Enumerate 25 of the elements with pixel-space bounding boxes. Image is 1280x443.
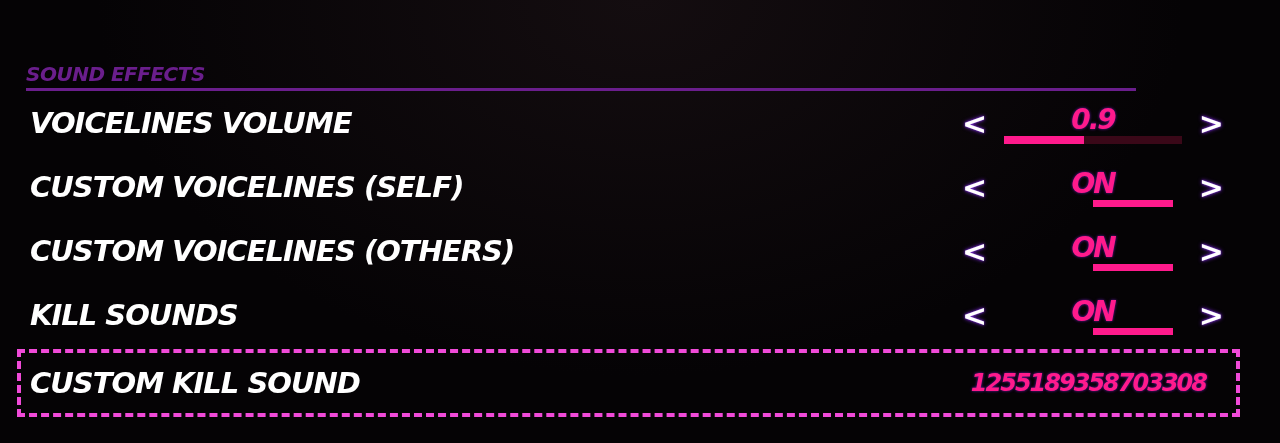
setting-value: 1255189358703308 <box>970 369 1206 397</box>
setting-label: CUSTOM VOICELINES (SELF) <box>30 170 465 204</box>
next-button[interactable]: > <box>1194 233 1228 269</box>
setting-row[interactable]: CUSTOM VOICELINES (OTHERS) < ON > <box>17 219 1240 283</box>
setting-value: ON <box>1071 167 1115 200</box>
setting-row[interactable]: KILL SOUNDS < ON > <box>17 283 1240 347</box>
setting-row[interactable]: CUSTOM KILL SOUND 1255189358703308 <box>17 349 1240 417</box>
setting-label: CUSTOM VOICELINES (OTHERS) <box>30 234 516 268</box>
setting-row[interactable]: VOICELINES VOLUME < 0.9 > <box>17 91 1240 155</box>
next-button[interactable]: > <box>1194 105 1228 141</box>
setting-row[interactable]: CUSTOM VOICELINES (SELF) < ON > <box>17 155 1240 219</box>
setting-value: ON <box>1071 231 1115 264</box>
setting-value: ON <box>1071 295 1115 328</box>
setting-label: CUSTOM KILL SOUND <box>30 366 361 400</box>
previous-button[interactable]: < <box>958 297 992 333</box>
setting-value: 0.9 <box>1071 102 1115 136</box>
slider-track[interactable] <box>1004 135 1182 144</box>
next-button[interactable]: > <box>1194 169 1228 205</box>
previous-button[interactable]: < <box>958 105 992 141</box>
section-title: SOUND EFFECTS <box>26 62 205 86</box>
setting-label: VOICELINES VOLUME <box>30 106 353 140</box>
next-button[interactable]: > <box>1194 297 1228 333</box>
setting-label: KILL SOUNDS <box>30 298 239 332</box>
previous-button[interactable]: < <box>958 233 992 269</box>
previous-button[interactable]: < <box>958 169 992 205</box>
